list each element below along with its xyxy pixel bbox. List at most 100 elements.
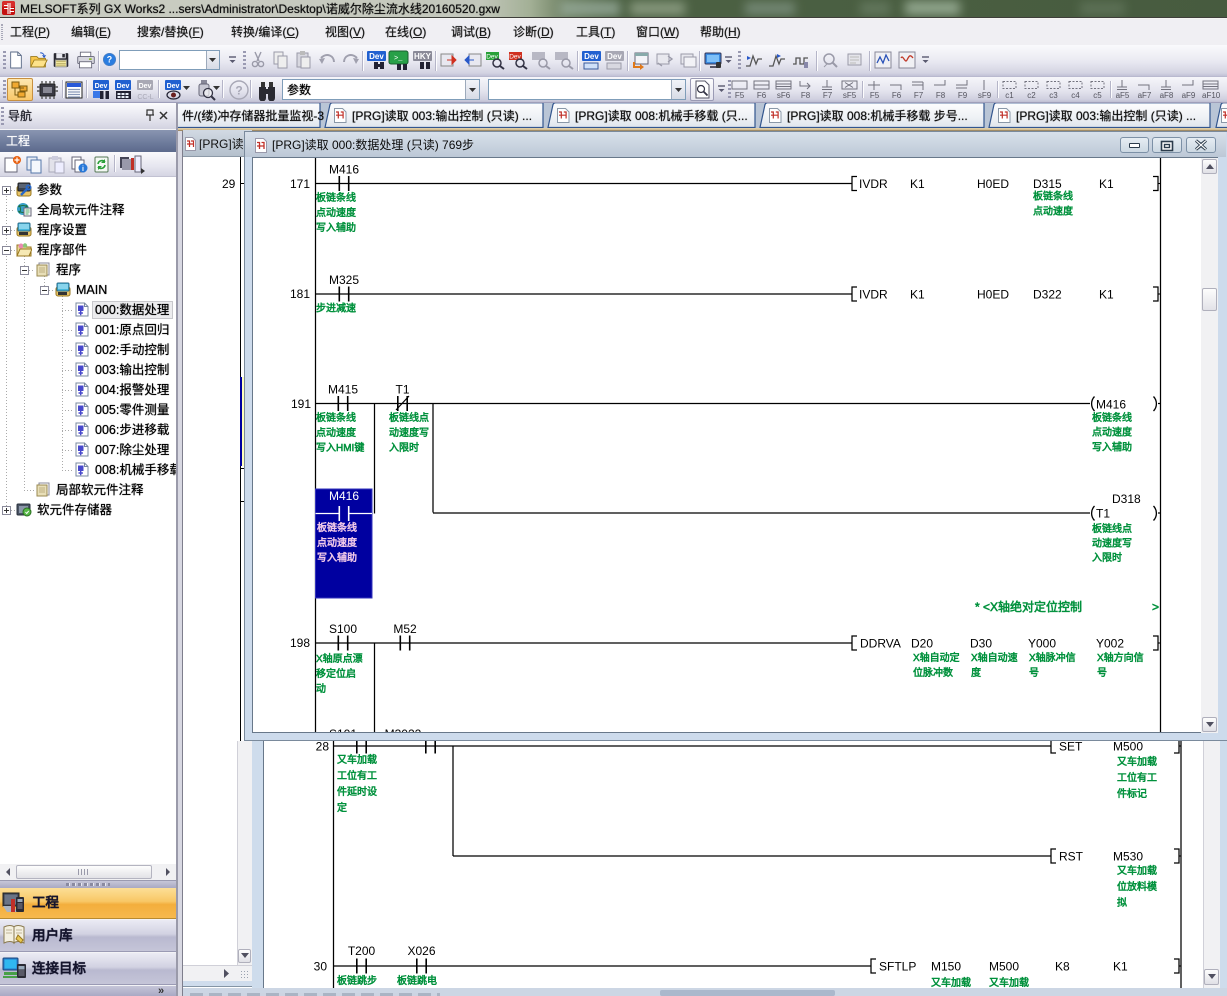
svg-text:X轴自动定: X轴自动定 xyxy=(913,651,960,664)
svg-text:写入辅助: 写入辅助 xyxy=(1092,440,1132,453)
svg-text:D30: D30 xyxy=(970,637,992,651)
svg-text:SFTLP: SFTLP xyxy=(879,960,916,974)
svg-text:171: 171 xyxy=(290,177,310,191)
svg-text:>: > xyxy=(1152,600,1159,614)
svg-text:位放料模: 位放料模 xyxy=(1117,880,1157,893)
svg-text:号: 号 xyxy=(1097,667,1107,679)
svg-text:M3022: M3022 xyxy=(385,727,422,732)
svg-text:T1: T1 xyxy=(395,383,409,397)
svg-text:M325: M325 xyxy=(329,273,359,287)
svg-text:K1: K1 xyxy=(910,177,925,191)
svg-text:M416: M416 xyxy=(329,163,359,177)
svg-text:点动速度: 点动速度 xyxy=(1033,205,1073,218)
svg-text:S101: S101 xyxy=(329,727,357,732)
svg-text:X轴脉冲信: X轴脉冲信 xyxy=(1029,651,1076,664)
svg-text:M415: M415 xyxy=(328,383,358,397)
svg-text:28: 28 xyxy=(316,741,330,754)
svg-text:定: 定 xyxy=(337,801,347,814)
svg-text:i: i xyxy=(82,166,84,173)
svg-text:X轴方向信: X轴方向信 xyxy=(1097,651,1144,664)
svg-text:>_: >_ xyxy=(394,55,403,63)
svg-text:度: 度 xyxy=(971,666,981,679)
svg-text:RST: RST xyxy=(1059,850,1084,864)
svg-text:写入辅助: 写入辅助 xyxy=(316,221,356,234)
svg-text:Y000: Y000 xyxy=(1028,637,1056,651)
svg-text:板链线点: 板链线点 xyxy=(1092,522,1132,535)
svg-text:X轴自动速: X轴自动速 xyxy=(971,651,1018,664)
svg-text:H0ED: H0ED xyxy=(977,177,1009,191)
svg-text:板链跳电: 板链跳电 xyxy=(397,974,437,987)
svg-text:X026: X026 xyxy=(407,944,435,958)
svg-text:IVDR: IVDR xyxy=(859,288,888,302)
svg-text:步进减速: 步进减速 xyxy=(316,303,356,315)
svg-text:件标记: 件标记 xyxy=(1117,788,1147,800)
svg-text:板链条线: 板链条线 xyxy=(1033,190,1073,203)
svg-text:工位有工: 工位有工 xyxy=(1117,771,1157,784)
svg-text:点动速度: 点动速度 xyxy=(316,206,356,219)
svg-text:写入HMI键: 写入HMI键 xyxy=(316,441,364,454)
svg-text:?: ? xyxy=(235,84,242,98)
svg-text:位脉冲数: 位脉冲数 xyxy=(913,666,953,679)
svg-text:X轴原点漂: X轴原点漂 xyxy=(316,652,363,665)
svg-text:DDRVA: DDRVA xyxy=(860,637,901,651)
svg-text:Dev: Dev xyxy=(117,83,130,90)
svg-text:工位有工: 工位有工 xyxy=(337,769,377,782)
svg-text:拟: 拟 xyxy=(1117,896,1127,909)
svg-text:又车加载: 又车加载 xyxy=(337,753,377,766)
svg-text:D318: D318 xyxy=(1112,492,1141,506)
svg-text:D20: D20 xyxy=(911,637,933,651)
svg-text:K1: K1 xyxy=(1099,288,1114,302)
svg-text:D322: D322 xyxy=(1033,288,1062,302)
svg-text:又车加载: 又车加载 xyxy=(1117,755,1157,768)
svg-text:K1: K1 xyxy=(1099,177,1114,191)
svg-text:号: 号 xyxy=(1029,667,1039,679)
svg-text:Dev: Dev xyxy=(139,83,152,90)
svg-text:M500: M500 xyxy=(1113,741,1143,754)
svg-text:IVDR: IVDR xyxy=(859,177,888,191)
svg-text:191: 191 xyxy=(291,397,311,411)
svg-text:T200: T200 xyxy=(348,944,376,958)
svg-text:K8: K8 xyxy=(1055,960,1070,974)
svg-text:Dev: Dev xyxy=(607,52,622,61)
svg-text:198: 198 xyxy=(290,636,310,650)
svg-text:M416: M416 xyxy=(329,489,359,503)
svg-text:点动速度: 点动速度 xyxy=(316,426,356,439)
svg-text:Dev: Dev xyxy=(95,83,108,90)
svg-text:板链条线: 板链条线 xyxy=(316,411,356,424)
svg-text:S100: S100 xyxy=(329,622,357,636)
svg-text:板链跳步: 板链跳步 xyxy=(337,974,377,987)
svg-text:Y002: Y002 xyxy=(1096,637,1124,651)
svg-text:D315: D315 xyxy=(1033,177,1062,191)
svg-text:HKY: HKY xyxy=(414,52,432,61)
svg-text:写入辅助: 写入辅助 xyxy=(317,551,357,564)
svg-text:移定位启: 移定位启 xyxy=(316,667,356,680)
svg-text:K1: K1 xyxy=(910,288,925,302)
svg-text:30: 30 xyxy=(314,960,328,974)
svg-text:Dev: Dev xyxy=(369,52,384,61)
svg-text:点动速度: 点动速度 xyxy=(1092,426,1132,439)
svg-text:动: 动 xyxy=(316,683,326,695)
svg-text:H0ED: H0ED xyxy=(977,288,1009,302)
svg-text:板链条线: 板链条线 xyxy=(1092,411,1132,424)
svg-text:板链条线: 板链条线 xyxy=(317,521,357,534)
svg-text:K1: K1 xyxy=(1113,960,1128,974)
svg-text:181: 181 xyxy=(290,287,310,301)
svg-text:M530: M530 xyxy=(1113,850,1143,864)
svg-text:动速度写: 动速度写 xyxy=(389,426,429,439)
svg-text:点动速度: 点动速度 xyxy=(317,536,357,549)
svg-text:入限时: 入限时 xyxy=(389,442,419,454)
svg-text:动速度写: 动速度写 xyxy=(1092,537,1132,550)
svg-text:又车加载: 又车加载 xyxy=(1117,864,1157,877)
svg-text:板链线点: 板链线点 xyxy=(389,411,429,424)
svg-text:入限时: 入限时 xyxy=(1092,552,1122,564)
svg-text:* <X轴绝对定位控制: * <X轴绝对定位控制 xyxy=(975,599,1082,614)
svg-text:M52: M52 xyxy=(393,622,417,636)
svg-text:CC-L: CC-L xyxy=(137,94,153,101)
svg-text:T1: T1 xyxy=(1096,507,1110,521)
svg-text:Dev: Dev xyxy=(167,83,180,90)
svg-text:M500: M500 xyxy=(989,960,1019,974)
svg-text:M416: M416 xyxy=(1096,398,1126,412)
svg-text:?: ? xyxy=(107,55,112,65)
svg-text:又车加载: 又车加载 xyxy=(989,976,1029,988)
svg-text:板链条线: 板链条线 xyxy=(316,191,356,204)
